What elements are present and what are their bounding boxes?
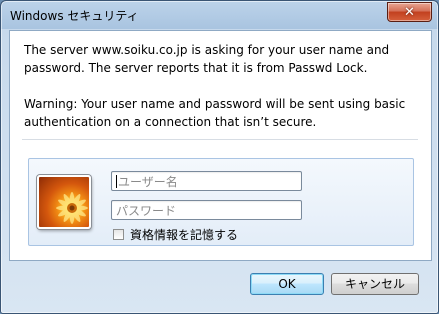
ok-button[interactable]: OK [250,273,324,295]
text-caret [116,175,117,188]
cancel-button[interactable]: キャンセル [331,273,419,295]
remember-label: 資格情報を記憶する [130,228,239,242]
title-bar[interactable]: Windows セキュリティ ✕ [1,1,438,29]
warning-message: Warning: Your user name and password wil… [24,97,406,129]
close-icon: ✕ [404,4,415,20]
dialog-content: The server www.soiku.co.jp is asking for… [9,30,432,261]
remember-checkbox[interactable] [113,229,124,240]
password-placeholder: パスワード [116,204,177,218]
credential-tile: ユーザー名 パスワード 資格情報を記憶する [28,158,414,246]
user-tile-flower-icon [37,175,91,229]
window-title: Windows セキュリティ [10,9,139,23]
password-input[interactable]: パスワード [111,200,302,220]
button-bar: OK キャンセル [1,261,438,313]
username-input[interactable]: ユーザー名 [111,171,302,191]
security-dialog: Windows セキュリティ ✕ The server www.soiku.co… [0,0,439,314]
remember-credentials-option[interactable]: 資格情報を記憶する [113,226,238,243]
username-placeholder: ユーザー名 [118,175,178,189]
divider [22,139,418,140]
server-message: The server www.soiku.co.jp is asking for… [24,43,390,75]
close-button[interactable]: ✕ [387,2,432,22]
